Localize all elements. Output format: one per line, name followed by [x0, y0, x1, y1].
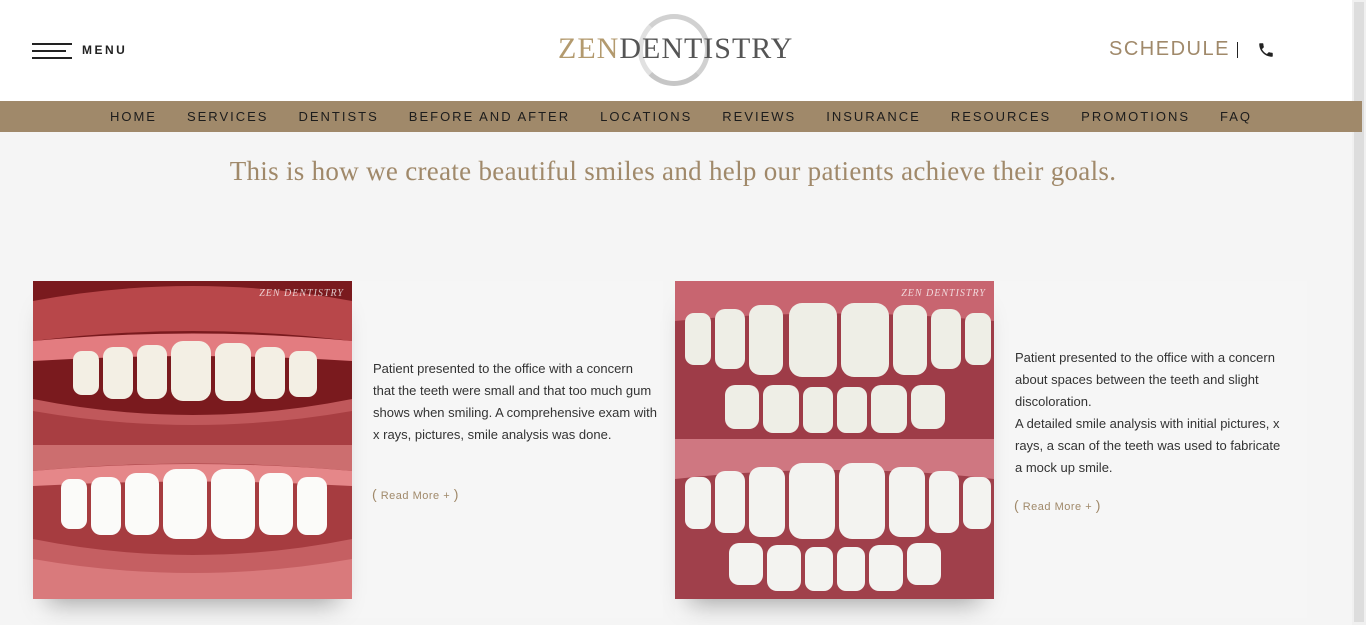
- photo-watermark: ZEN DENTISTRY: [901, 288, 986, 299]
- nav-before-and-after[interactable]: BEFORE AND AFTER: [409, 109, 570, 124]
- hamburger-icon: [32, 41, 72, 59]
- case-card: ZEN DENTISTRY Patient presented to the o…: [33, 281, 663, 618]
- read-more-button[interactable]: ( Read More + ): [1014, 497, 1101, 513]
- smile-photo-illustration: [33, 281, 352, 599]
- read-more-label: Read More +: [1022, 501, 1093, 513]
- case-description-text: Patient presented to the office with a c…: [373, 361, 657, 442]
- page-headline: This is how we create beautiful smiles a…: [229, 156, 1117, 186]
- photo-watermark: ZEN DENTISTRY: [259, 288, 344, 299]
- site-header: MENU ZENDENTISTRY SCHEDULE: [0, 0, 1352, 101]
- logo-text: ZENDENTISTRY: [558, 32, 794, 66]
- before-after-photo[interactable]: ZEN DENTISTRY: [33, 281, 352, 599]
- case-description-text: A detailed smile analysis with initial p…: [1015, 416, 1281, 475]
- nav-resources[interactable]: RESOURCES: [951, 109, 1051, 124]
- smile-photo-illustration: [675, 281, 994, 599]
- nav-locations[interactable]: LOCATIONS: [600, 109, 692, 124]
- phone-icon[interactable]: [1256, 41, 1276, 59]
- case-card: ZEN DENTISTRY Patient presented to the o…: [675, 281, 1307, 618]
- case-description: Patient presented to the office with a c…: [373, 358, 658, 446]
- menu-button[interactable]: MENU: [32, 40, 127, 60]
- nav-home[interactable]: HOME: [110, 109, 157, 124]
- read-more-label: Read More +: [380, 490, 451, 502]
- nav-reviews[interactable]: REVIEWS: [722, 109, 796, 124]
- logo[interactable]: ZENDENTISTRY: [558, 14, 794, 86]
- nav-insurance[interactable]: INSURANCE: [826, 109, 921, 124]
- nav-promotions[interactable]: PROMOTIONS: [1081, 109, 1190, 124]
- scrollbar-thumb[interactable]: [1354, 2, 1364, 622]
- page-scrollbar[interactable]: [1352, 0, 1366, 625]
- schedule-link[interactable]: SCHEDULE: [1109, 38, 1230, 61]
- logo-text-dentistry: DENTISTRY: [619, 32, 794, 65]
- menu-label: MENU: [82, 43, 128, 57]
- case-description: Patient presented to the office with a c…: [1015, 347, 1290, 479]
- read-more-button[interactable]: ( Read More + ): [372, 486, 459, 502]
- header-divider: [1237, 42, 1238, 58]
- main-nav: HOME SERVICES DENTISTS BEFORE AND AFTER …: [0, 101, 1362, 132]
- nav-faq[interactable]: FAQ: [1220, 109, 1252, 124]
- nav-services[interactable]: SERVICES: [187, 109, 269, 124]
- nav-dentists[interactable]: DENTISTS: [298, 109, 378, 124]
- case-description-text: Patient presented to the office with a c…: [1015, 350, 1275, 409]
- before-after-photo[interactable]: ZEN DENTISTRY: [675, 281, 994, 599]
- logo-text-zen: ZEN: [558, 32, 620, 65]
